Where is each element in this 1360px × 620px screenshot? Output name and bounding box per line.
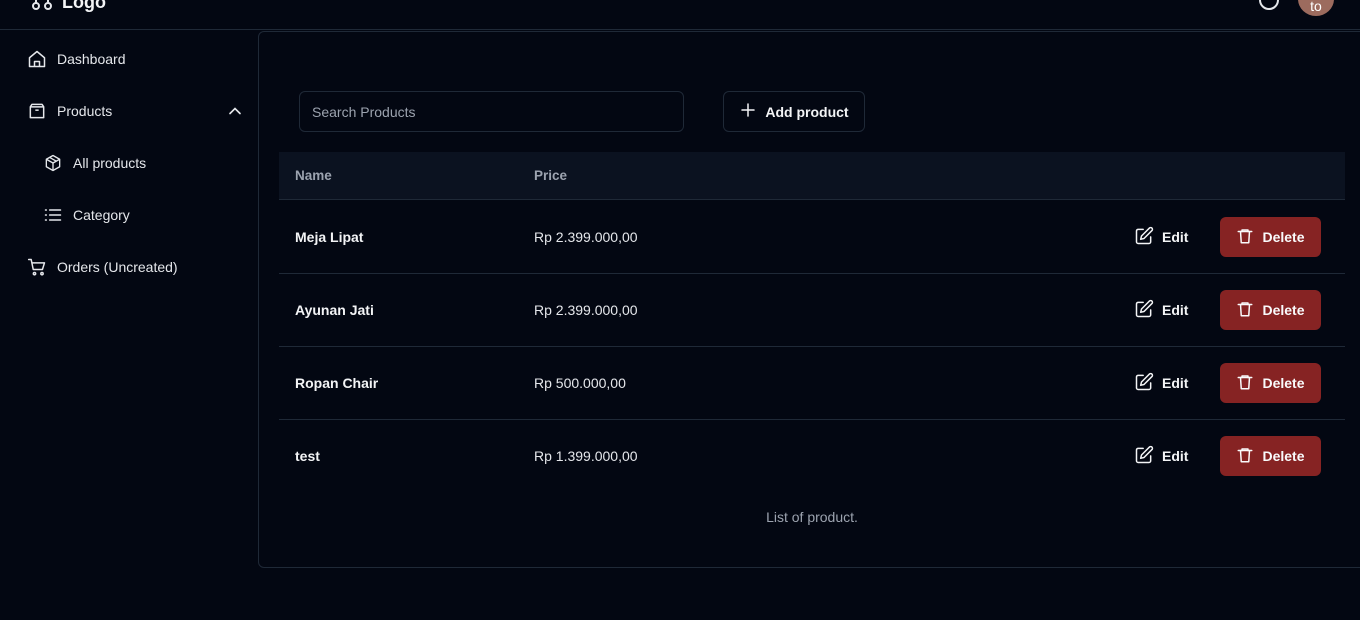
product-price: Rp 1.399.000,00 xyxy=(534,448,638,464)
edit-label: Edit xyxy=(1162,302,1189,318)
table-row: Ayunan Jati Rp 2.399.000,00 Edit Delete xyxy=(279,274,1345,347)
edit-label: Edit xyxy=(1162,375,1189,391)
delete-button[interactable]: Delete xyxy=(1220,217,1321,257)
product-name: Ayunan Jati xyxy=(295,302,374,318)
sidebar-item-dashboard[interactable]: Dashboard xyxy=(27,47,126,71)
avatar[interactable]: to xyxy=(1298,0,1334,16)
theme-toggle-icon[interactable] xyxy=(1259,0,1279,10)
main-panel: Add product Name Price Meja Lipat Rp 2.3… xyxy=(258,31,1360,568)
logo-text: Logo xyxy=(62,0,106,12)
edit-icon xyxy=(1134,299,1154,322)
cart-icon xyxy=(27,257,47,277)
edit-button[interactable]: Edit xyxy=(1134,436,1194,476)
trash-icon xyxy=(1236,227,1254,248)
home-icon xyxy=(27,49,47,69)
edit-button[interactable]: Edit xyxy=(1134,363,1194,403)
column-header-name[interactable]: Name xyxy=(295,168,332,183)
trash-icon xyxy=(1236,373,1254,394)
boxes-icon xyxy=(43,153,63,173)
product-name: Meja Lipat xyxy=(295,229,364,245)
delete-button[interactable]: Delete xyxy=(1220,363,1321,403)
edit-button[interactable]: Edit xyxy=(1134,290,1194,330)
edit-label: Edit xyxy=(1162,448,1189,464)
trash-icon xyxy=(1236,446,1254,467)
product-price: Rp 2.399.000,00 xyxy=(534,302,638,318)
sidebar-item-label: Products xyxy=(57,103,113,119)
sidebar-item-label: Dashboard xyxy=(57,51,126,67)
delete-label: Delete xyxy=(1262,375,1305,391)
edit-label: Edit xyxy=(1162,229,1189,245)
product-price: Rp 500.000,00 xyxy=(534,375,626,391)
edit-icon xyxy=(1134,445,1154,468)
chevron-up-icon[interactable] xyxy=(225,101,245,121)
edit-icon xyxy=(1134,226,1154,249)
add-product-label: Add product xyxy=(765,103,849,120)
sidebar-item-label: Category xyxy=(73,207,130,223)
sidebar-item-label: All products xyxy=(73,155,147,171)
table-row: Ropan Chair Rp 500.000,00 Edit Delete xyxy=(279,347,1345,420)
delete-label: Delete xyxy=(1262,229,1305,245)
table-caption: List of product. xyxy=(766,509,858,525)
product-name: test xyxy=(295,448,320,464)
list-icon xyxy=(43,205,63,225)
sidebar-item-all-products[interactable]: All products xyxy=(43,151,146,175)
delete-label: Delete xyxy=(1262,448,1305,464)
search-input[interactable] xyxy=(299,91,684,132)
table-row: Meja Lipat Rp 2.399.000,00 Edit Delete xyxy=(279,201,1345,274)
top-bar: Logo to xyxy=(0,0,1360,30)
delete-button[interactable]: Delete xyxy=(1220,436,1321,476)
sidebar: Dashboard Products All products Category xyxy=(0,31,258,620)
trash-icon xyxy=(1236,300,1254,321)
product-name: Ropan Chair xyxy=(295,375,379,391)
sidebar-item-products[interactable]: Products xyxy=(27,99,112,123)
logo-icon xyxy=(30,0,54,17)
package-icon xyxy=(27,101,47,121)
column-header-price[interactable]: Price xyxy=(534,168,567,183)
add-product-button[interactable]: Add product xyxy=(723,91,865,132)
edit-button[interactable]: Edit xyxy=(1134,217,1194,257)
delete-label: Delete xyxy=(1262,302,1305,318)
logo[interactable]: Logo xyxy=(30,0,106,17)
table-row: test Rp 1.399.000,00 Edit Delete xyxy=(279,420,1345,493)
edit-icon xyxy=(1134,372,1154,395)
delete-button[interactable]: Delete xyxy=(1220,290,1321,330)
sidebar-item-label: Orders (Uncreated) xyxy=(57,259,178,275)
sidebar-item-orders[interactable]: Orders (Uncreated) xyxy=(27,255,178,279)
plus-icon xyxy=(739,101,757,122)
sidebar-item-category[interactable]: Category xyxy=(43,203,130,227)
product-price: Rp 2.399.000,00 xyxy=(534,229,638,245)
table-header: Name Price xyxy=(279,152,1345,200)
